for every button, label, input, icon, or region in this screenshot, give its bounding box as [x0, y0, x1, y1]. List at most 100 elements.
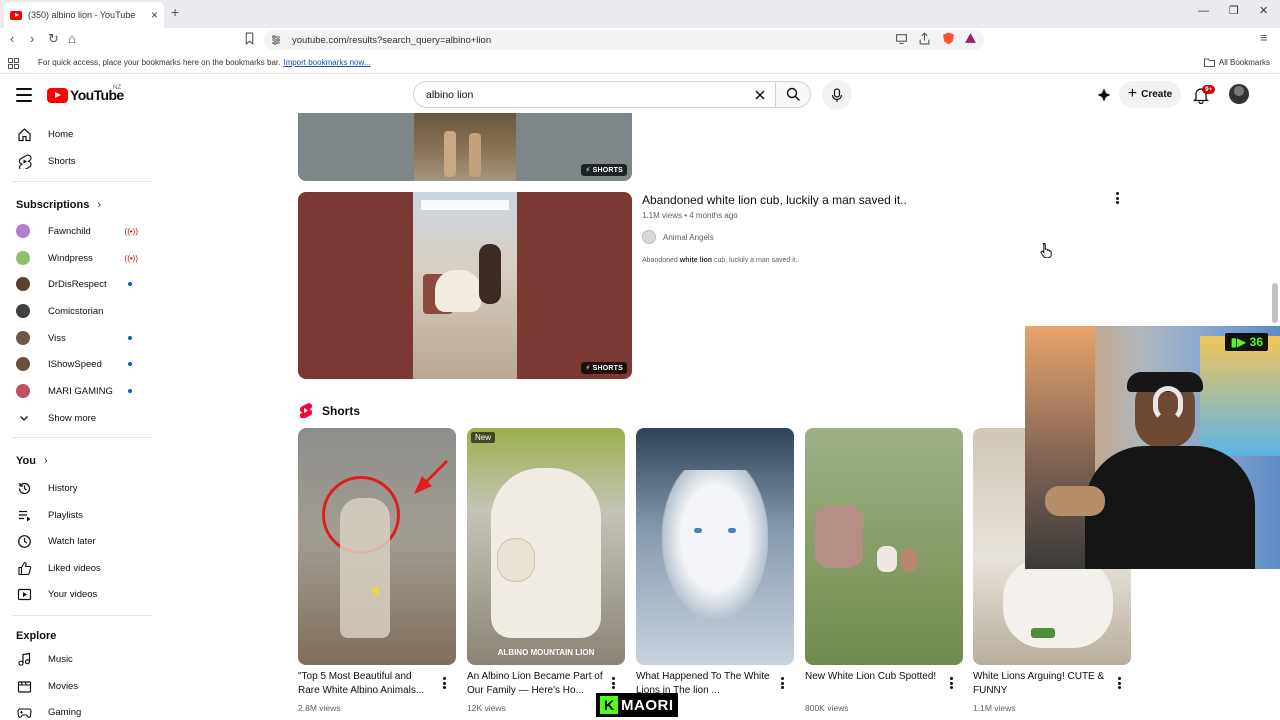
- white-cub-shape: [877, 546, 897, 572]
- webcam-overlay: ▮▶ 36: [1025, 326, 1280, 569]
- more-actions-icon[interactable]: [950, 677, 954, 689]
- sidebar-item-movies[interactable]: Movies: [12, 673, 140, 699]
- short-title[interactable]: An Albino Lion Became Part of Our Family…: [467, 670, 603, 698]
- result-thumbnail-previous[interactable]: ⚡ SHORTS: [298, 113, 632, 181]
- all-bookmarks-label: All Bookmarks: [1218, 58, 1270, 67]
- channel-name: Animal Angels: [663, 232, 714, 242]
- import-bookmarks-link[interactable]: Import bookmarks now...: [283, 58, 370, 67]
- forward-icon[interactable]: ›: [30, 32, 34, 45]
- sidebar-sub-drdisrespect[interactable]: DrDisRespect: [12, 271, 140, 297]
- sidebar-item-playlists[interactable]: Playlists: [12, 502, 140, 528]
- new-tab-icon[interactable]: +: [171, 5, 179, 19]
- browser-toolbar: ‹ › ↻ ⌂ youtube.com/results?search_query…: [0, 28, 1280, 73]
- sidebar-sub-windpress[interactable]: Windpress ((•)): [12, 245, 140, 271]
- sidebar-show-more[interactable]: Show more: [12, 405, 140, 431]
- short-card[interactable]: What Happened To The White Lions in The …: [636, 428, 794, 696]
- sidebar-item-label: DrDisRespect: [48, 278, 107, 290]
- sidebar-item-label: Watch later: [48, 535, 96, 547]
- sidebar-item-shorts[interactable]: Shorts: [12, 148, 140, 174]
- result-channel[interactable]: Animal Angels: [642, 230, 714, 244]
- short-title[interactable]: "Top 5 Most Beautiful and Rare White Alb…: [298, 670, 434, 698]
- more-actions-icon[interactable]: [443, 677, 447, 689]
- white-lion-shape: [1003, 558, 1113, 648]
- reload-icon[interactable]: ↻: [48, 32, 59, 45]
- sidebar-sub-mari-gaming[interactable]: MARI GAMING: [12, 378, 140, 404]
- brave-shield-icon[interactable]: [942, 32, 955, 45]
- sidebar-item-gaming[interactable]: Gaming: [12, 699, 140, 720]
- sidebar-item-watch-later[interactable]: Watch later: [12, 528, 140, 554]
- youtube-masthead: YouTube NZ albino lion + Create: [0, 75, 1280, 115]
- desc-text: cub, luckily a man saved it..: [712, 257, 800, 264]
- bookmark-icon[interactable]: [243, 32, 256, 45]
- share-icon[interactable]: [918, 32, 931, 45]
- voice-search-button[interactable]: [822, 80, 852, 110]
- sidebar-item-label: Gaming: [48, 706, 82, 718]
- bookmarks-hint: For quick access, place your bookmarks h…: [38, 58, 371, 67]
- minimize-icon[interactable]: —: [1198, 6, 1209, 17]
- desc-highlight: white lion: [679, 257, 713, 264]
- tab-title: (350) albino lion - YouTube: [28, 10, 136, 20]
- site-settings-icon[interactable]: [270, 34, 282, 46]
- back-icon[interactable]: ‹: [10, 32, 14, 45]
- url-field[interactable]: youtube.com/results?search_query=albino+…: [264, 30, 984, 50]
- subscriptions-heading[interactable]: Subscriptions ›: [16, 199, 101, 211]
- clear-search-icon[interactable]: [753, 88, 767, 102]
- short-card[interactable]: 5 "Top 5 Most Beautiful and Rare White A…: [298, 428, 456, 713]
- sidebar-sub-fawnchild[interactable]: Fawnchild ((•)): [12, 218, 140, 244]
- all-bookmarks-button[interactable]: All Bookmarks: [1203, 58, 1270, 67]
- short-thumbnail: New ALBINO MOUNTAIN LION: [467, 428, 625, 665]
- short-title[interactable]: White Lions Arguing! CUTE & FUNNY: [973, 670, 1109, 698]
- hand-cursor-icon: [1040, 243, 1052, 258]
- channel-avatar: [16, 357, 30, 371]
- brave-rewards-icon[interactable]: [964, 32, 977, 45]
- sidebar-item-liked-videos[interactable]: Liked videos: [12, 555, 140, 581]
- sidebar-sub-comicstorian[interactable]: Comicstorian: [12, 298, 140, 324]
- sidebar-item-label: Music: [48, 653, 73, 665]
- guide-menu-icon[interactable]: [16, 88, 32, 102]
- more-actions-icon[interactable]: [1118, 677, 1122, 689]
- account-avatar[interactable]: [1229, 84, 1249, 104]
- restore-icon[interactable]: ❐: [1229, 6, 1239, 17]
- result-thumbnail[interactable]: ⚡ SHORTS: [298, 192, 632, 379]
- gaming-icon: [16, 704, 32, 720]
- sidebar-item-your-videos[interactable]: Your videos: [12, 581, 140, 607]
- tab-close-icon[interactable]: ×: [151, 9, 158, 21]
- apps-grid-icon[interactable]: [8, 58, 19, 69]
- you-heading[interactable]: You ›: [16, 455, 48, 467]
- create-label: Create: [1141, 89, 1173, 100]
- short-title[interactable]: New White Lion Cub Spotted!: [805, 670, 941, 684]
- shorts-shelf-heading: Shorts: [299, 403, 360, 418]
- channel-avatar: [16, 304, 30, 318]
- home-browser-icon[interactable]: ⌂: [68, 32, 76, 45]
- music-icon: [16, 651, 32, 667]
- sidebar-item-music[interactable]: Music: [12, 646, 140, 672]
- channel-avatar: [16, 224, 30, 238]
- sidebar-sub-ishowspeed[interactable]: IShowSpeed: [12, 351, 140, 377]
- search-input[interactable]: albino lion: [413, 81, 775, 108]
- browser-tab-active[interactable]: (350) albino lion - YouTube ×: [4, 2, 164, 28]
- create-button[interactable]: + Create: [1119, 81, 1181, 108]
- page-scrollbar[interactable]: [1272, 283, 1278, 323]
- window-close-icon[interactable]: ✕: [1259, 6, 1268, 17]
- search-button[interactable]: [775, 81, 811, 108]
- new-content-dot: [128, 282, 132, 286]
- sidebar-item-label: Movies: [48, 680, 79, 692]
- ai-sparkle-icon[interactable]: [1097, 88, 1111, 102]
- you-heading-label: You: [16, 455, 36, 467]
- result-title[interactable]: Abandoned white lion cub, luckily a man …: [642, 193, 907, 207]
- sidebar-sub-viss[interactable]: Viss: [12, 325, 140, 351]
- short-card[interactable]: New ALBINO MOUNTAIN LION An Albino Lion …: [467, 428, 625, 713]
- more-actions-icon[interactable]: [781, 677, 785, 689]
- browser-menu-icon[interactable]: ≡: [1260, 31, 1268, 44]
- sidebar-item-history[interactable]: History: [12, 475, 140, 501]
- lioness-shape: [815, 506, 863, 568]
- folder-icon: [1203, 58, 1215, 67]
- albino-animal-shape: [340, 498, 390, 638]
- sidebar-item-home[interactable]: Home: [12, 121, 140, 147]
- more-actions-icon[interactable]: [612, 677, 616, 689]
- more-actions-icon[interactable]: [1116, 192, 1120, 204]
- short-views: 12K views: [467, 703, 506, 713]
- install-app-icon[interactable]: [895, 32, 908, 45]
- short-card[interactable]: New White Lion Cub Spotted! 800K views: [805, 428, 963, 713]
- shorts-badge: ⚡ SHORTS: [581, 164, 627, 176]
